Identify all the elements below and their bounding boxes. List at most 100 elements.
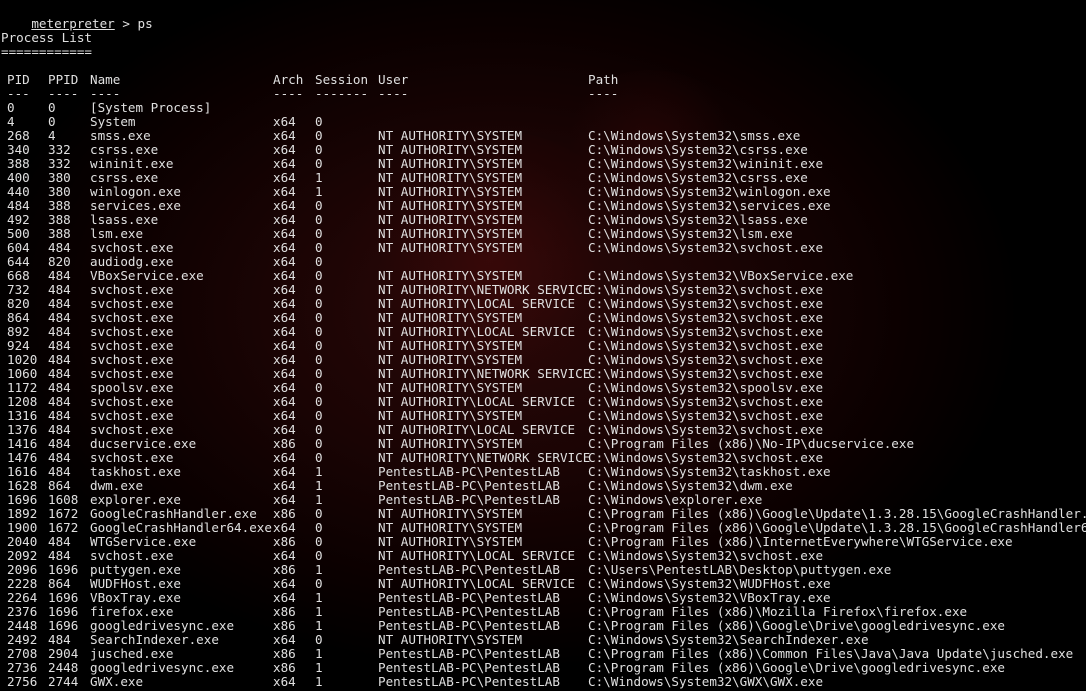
cell-session: 0 — [315, 296, 323, 311]
cell-pid: 268 — [7, 128, 30, 143]
cell-pid: 2040 — [7, 534, 38, 549]
cell-path: C:\Windows\System32\svchost.exe — [588, 338, 824, 353]
cell-session: 1 — [315, 562, 323, 577]
cell-pid: 1316 — [7, 408, 38, 423]
cell-session: 0 — [315, 380, 323, 395]
cell-arch: x64 — [273, 184, 296, 199]
cell-user: PentestLAB-PC\PentestLAB — [378, 604, 560, 619]
cell-user: NT AUTHORITY\LOCAL SERVICE — [378, 296, 576, 311]
cell-path: C:\Windows\System32\csrss.exe — [588, 142, 808, 157]
cell-session: 1 — [315, 618, 323, 633]
table-row: 1172 484 spoolsv.exe x64 0 NT AUTHORITY\SYSTE… — [0, 381, 1086, 395]
cell-session: 0 — [315, 142, 323, 157]
cell-pid: 1892 — [7, 506, 38, 521]
cell-pid: 2228 — [7, 576, 38, 591]
cell-ppid: 484 — [48, 352, 71, 367]
table-row: 1376 484 svchost.exe x64 0 NT AUTHORITY\LOCAL… — [0, 423, 1086, 437]
cell-session: 1 — [315, 478, 323, 493]
title-underline: ============ — [1, 44, 92, 59]
cell-path: C:\Program Files (x86)\Common Files\Java… — [588, 646, 1074, 661]
cell-user: PentestLAB-PC\PentestLAB — [378, 590, 560, 605]
table-row: 732 484 svchost.exe x64 0 NT AUTHORITY\NETWOR… — [0, 283, 1086, 297]
cell-process-name: GoogleCrashHandler.exe — [90, 506, 257, 521]
cell-user: NT AUTHORITY\SYSTEM — [378, 408, 523, 423]
cell-path: C:\Windows\System32\VBoxTray.exe — [588, 590, 831, 605]
cell-path: C:\Windows\System32\svchost.exe — [588, 394, 824, 409]
cell-arch: x64 — [273, 674, 296, 689]
cell-ppid: 484 — [48, 338, 71, 353]
cell-pid: 604 — [7, 240, 30, 255]
cell-path: C:\Windows\System32\svchost.exe — [588, 422, 824, 437]
cell-pid: 340 — [7, 142, 30, 157]
cell-ppid: 484 — [48, 408, 71, 423]
cell-user: PentestLAB-PC\PentestLAB — [378, 646, 560, 661]
cell-path: C:\Windows\System32\GWX\GWX.exe — [588, 674, 824, 689]
cell-arch: x64 — [273, 226, 296, 241]
cell-pid: 500 — [7, 226, 30, 241]
table-row: 2376 1696 firefox.exe x86 1 PentestLAB-PC\Pen… — [0, 605, 1086, 619]
cell-process-name: wininit.exe — [90, 156, 174, 171]
cell-user: NT AUTHORITY\NETWORK SERVICE — [378, 450, 591, 465]
cell-session: 1 — [315, 184, 323, 199]
table-row: 2736 2448 googledrivesync.exe x86 1 PentestLA… — [0, 661, 1086, 675]
cell-user: NT AUTHORITY\NETWORK SERVICE — [378, 282, 591, 297]
cell-ppid: 484 — [48, 310, 71, 325]
table-row: 492 388 lsass.exe x64 0 NT AUTHORITY\SYSTEM C:… — [0, 213, 1086, 227]
cell-path: C:\Program Files (x86)\Mozilla Firefox\f… — [588, 604, 968, 619]
cell-path: C:\Windows\explorer.exe — [588, 492, 763, 507]
column-header-ppid: PPID — [48, 72, 79, 87]
table-row: 1696 1608 explorer.exe x64 1 PentestLAB-PC\Pe… — [0, 493, 1086, 507]
cell-path: C:\Windows\System32\svchost.exe — [588, 548, 824, 563]
cell-pid: 2708 — [7, 646, 38, 661]
cell-user: NT AUTHORITY\SYSTEM — [378, 520, 523, 535]
cell-user: NT AUTHORITY\LOCAL SERVICE — [378, 422, 576, 437]
cell-pid: 388 — [7, 156, 30, 171]
cell-arch: x64 — [273, 338, 296, 353]
cell-path: C:\Windows\System32\dwm.exe — [588, 478, 793, 493]
cell-process-name: svchost.exe — [90, 352, 174, 367]
cell-path: C:\Windows\System32\svchost.exe — [588, 282, 824, 297]
column-underline-session: ------- — [315, 86, 369, 101]
cell-arch: x64 — [273, 478, 296, 493]
cell-process-name: spoolsv.exe — [90, 380, 174, 395]
cell-user: NT AUTHORITY\SYSTEM — [378, 198, 523, 213]
cell-process-name: svchost.exe — [90, 240, 174, 255]
cell-user: NT AUTHORITY\SYSTEM — [378, 268, 523, 283]
command-line: meterpreter > ps — [1, 3, 152, 31]
cell-session: 0 — [315, 198, 323, 213]
cell-user: NT AUTHORITY\SYSTEM — [378, 338, 523, 353]
terminal-window[interactable]: meterpreter > ps Process List ==========… — [0, 0, 1086, 691]
cell-process-name: dwm.exe — [90, 478, 144, 493]
cell-arch: x64 — [273, 324, 296, 339]
cell-arch: x64 — [273, 450, 296, 465]
cell-arch: x64 — [273, 282, 296, 297]
column-underline-ppid: ---- — [48, 86, 79, 101]
cell-ppid: 1696 — [48, 562, 79, 577]
cell-ppid: 380 — [48, 184, 71, 199]
table-row: 1316 484 svchost.exe x64 0 NT AUTHORITY\SYSTE… — [0, 409, 1086, 423]
cell-session: 0 — [315, 506, 323, 521]
cell-pid: 2492 — [7, 632, 38, 647]
cell-ppid: 1696 — [48, 604, 79, 619]
cell-pid: 2092 — [7, 548, 38, 563]
cell-process-name: lsm.exe — [90, 226, 144, 241]
cell-ppid: 380 — [48, 170, 71, 185]
cell-process-name: svchost.exe — [90, 450, 174, 465]
cell-ppid: 484 — [48, 268, 71, 283]
table-row: 2228 864 WUDFHost.exe x64 0 NT AUTHORITY\LOCA… — [0, 577, 1086, 591]
cell-arch: x64 — [273, 380, 296, 395]
cell-ppid: 1608 — [48, 492, 79, 507]
cell-session: 0 — [315, 156, 323, 171]
cell-process-name: googledrivesync.exe — [90, 660, 235, 675]
cell-arch: x64 — [273, 254, 296, 269]
cell-path: C:\Windows\System32\svchost.exe — [588, 408, 824, 423]
cell-pid: 1416 — [7, 436, 38, 451]
cell-pid: 644 — [7, 254, 30, 269]
cell-pid: 2376 — [7, 604, 38, 619]
cell-process-name: jusched.exe — [90, 646, 174, 661]
cell-arch: x64 — [273, 548, 296, 563]
cell-ppid: 0 — [48, 100, 56, 115]
cell-arch: x64 — [273, 366, 296, 381]
cell-ppid: 864 — [48, 478, 71, 493]
cell-process-name: audiodg.exe — [90, 254, 174, 269]
